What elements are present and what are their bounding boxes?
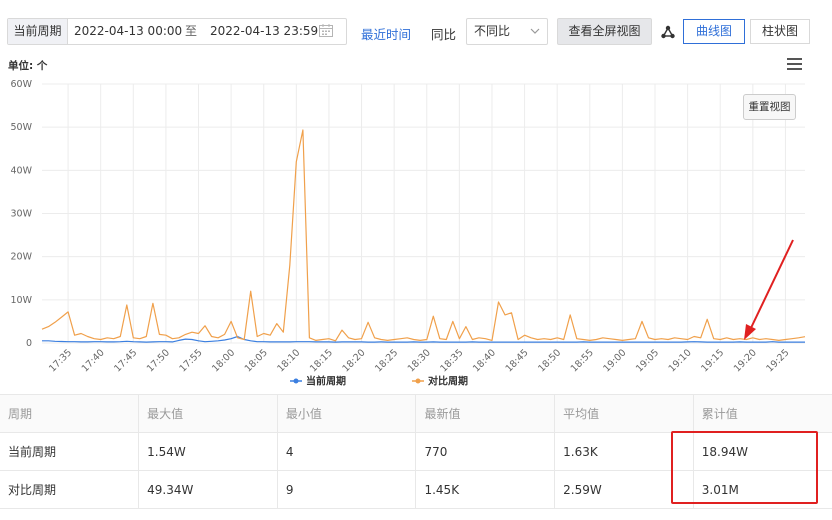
date-range-picker[interactable]: 当前周期 2022-04-13 00:00 至 2022-04-13 23:59 — [7, 18, 347, 45]
row-period: 当前周期 — [0, 432, 139, 471]
x-tick-label: 18:40 — [471, 347, 498, 374]
x-tick-label: 18:55 — [569, 347, 596, 374]
date-start-input[interactable]: 2022-04-13 00:00 — [74, 19, 182, 44]
row-cumulative: 3.01M — [692, 470, 832, 509]
row-average: 1.63K — [554, 432, 694, 471]
fullscreen-view-button[interactable]: 查看全屏视图 — [557, 18, 652, 45]
y-tick-label: 60W — [11, 79, 33, 90]
x-tick-label: 19:15 — [699, 347, 726, 374]
date-separator: 至 — [185, 24, 198, 38]
x-tick-label: 17:35 — [47, 347, 74, 374]
x-tick-label: 18:00 — [210, 347, 237, 374]
row-min: 9 — [276, 470, 416, 509]
tab-line-chart[interactable]: 曲线图 — [683, 19, 745, 44]
y-tick-label: 10W — [11, 295, 33, 306]
row-latest: 770 — [415, 432, 555, 471]
header-period: 周期 — [0, 394, 139, 433]
x-tick-label: 19:20 — [732, 347, 759, 374]
x-tick-label: 17:45 — [112, 347, 139, 374]
legend-dot-marker — [293, 378, 299, 384]
reset-view-button[interactable]: 重置视图 — [743, 94, 796, 120]
x-tick-label: 19:00 — [601, 347, 628, 374]
table-row: 当前周期 1.54W 4 770 1.63K 18.94W — [0, 432, 832, 471]
recent-time-link[interactable]: 最近时间 — [361, 24, 411, 43]
period-label: 当前周期 — [8, 19, 68, 44]
y-tick-label: 20W — [11, 252, 33, 263]
table-header-row: 周期 最大值 最小值 最新值 平均值 累计值 — [0, 394, 832, 433]
chart-area: 单位: 个 0 10W 20W 30W 40W 50W 60W 17:35 17:40 17:45… — [0, 52, 832, 394]
stats-table: 周期 最大值 最小值 最新值 平均值 累计值 当前周期 1.54W 4 770 … — [0, 394, 832, 509]
x-tick-label: 18:50 — [536, 347, 563, 374]
series-line-compare — [41, 129, 806, 342]
x-tick-label: 18:30 — [406, 347, 433, 374]
y-tick-label: 30W — [11, 209, 33, 220]
x-tick-label: 18:25 — [373, 347, 400, 374]
row-latest: 1.45K — [415, 470, 555, 509]
x-tick-label: 18:15 — [308, 347, 335, 374]
legend-label: 当前周期 — [306, 375, 346, 388]
legend-label: 对比周期 — [428, 375, 468, 388]
x-tick-label: 19:05 — [634, 347, 661, 374]
row-max: 49.34W — [138, 470, 278, 509]
calendar-icon[interactable] — [319, 24, 333, 37]
x-tick-label: 17:40 — [80, 347, 107, 374]
compare-select-value: 不同比 — [474, 24, 511, 38]
row-period: 对比周期 — [0, 470, 139, 509]
line-chart: 010W20W30W40W50W60W17:35 17:40 17:45 17:50 1… — [11, 79, 806, 388]
header-cumulative: 累计值 — [692, 394, 832, 433]
series-line-current — [42, 335, 805, 343]
x-tick-label: 18:45 — [504, 347, 531, 374]
row-max: 1.54W — [138, 432, 278, 471]
x-tick-label: 18:05 — [243, 347, 270, 374]
compare-label: 同比 — [431, 27, 457, 42]
date-end-input[interactable]: 2022-04-13 23:59 — [210, 19, 318, 44]
compare-select[interactable]: 不同比 — [466, 18, 548, 45]
header-max: 最大值 — [138, 394, 278, 433]
row-cumulative: 18.94W — [692, 432, 832, 471]
y-tick-label: 50W — [11, 122, 33, 133]
header-min: 最小值 — [276, 394, 416, 433]
x-tick-label: 17:50 — [145, 347, 172, 374]
row-average: 2.59W — [554, 470, 694, 509]
tab-bar-chart[interactable]: 柱状图 — [750, 19, 810, 44]
network-share-icon[interactable] — [660, 24, 676, 40]
x-tick-label: 18:35 — [438, 347, 465, 374]
x-tick-label: 18:20 — [341, 347, 368, 374]
x-tick-label: 17:55 — [177, 347, 204, 374]
chevron-down-icon — [530, 28, 540, 34]
y-tick-label: 0 — [26, 338, 32, 349]
red-arrow-annotation — [744, 239, 794, 340]
legend-dot-marker — [415, 378, 421, 384]
y-tick-label: 40W — [11, 165, 33, 176]
row-min: 4 — [276, 432, 416, 471]
x-tick-label: 19:10 — [667, 347, 694, 374]
header-latest: 最新值 — [415, 394, 555, 433]
x-tick-label: 19:25 — [764, 347, 791, 374]
table-row: 对比周期 49.34W 9 1.45K 2.59W 3.01M — [0, 470, 832, 509]
x-tick-label: 18:10 — [275, 347, 302, 374]
header-average: 平均值 — [554, 394, 694, 433]
